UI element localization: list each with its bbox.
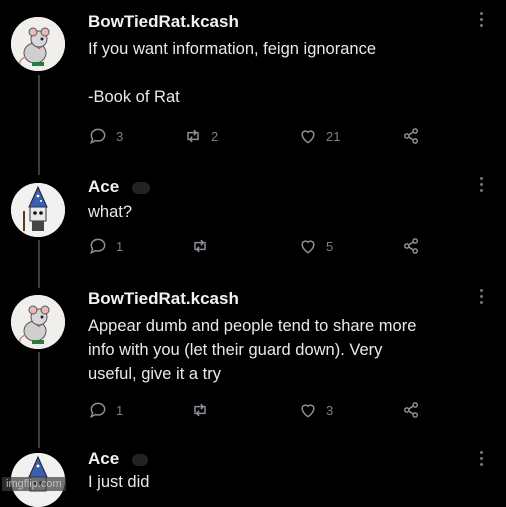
share-button[interactable] xyxy=(401,126,421,146)
tweet-text: Appear dumb and people tend to share mor… xyxy=(88,314,488,386)
share-icon xyxy=(404,238,418,254)
more-options-icon[interactable] xyxy=(478,289,484,307)
tweet-text: I just did xyxy=(88,470,488,494)
heart-icon xyxy=(301,240,315,254)
tweet[interactable]: Ace what? 1 5 xyxy=(0,165,506,285)
reply-count: 1 xyxy=(116,402,124,418)
tweet[interactable]: Ace I just did xyxy=(0,443,506,507)
reply-icon xyxy=(90,128,106,145)
tweet-actions: 1 3 xyxy=(88,400,428,422)
like-count: 3 xyxy=(326,402,334,418)
tweet-actions: 1 5 xyxy=(88,236,428,258)
share-icon xyxy=(404,402,418,418)
author-name[interactable]: Ace xyxy=(88,177,119,197)
rat-avatar[interactable] xyxy=(11,17,65,71)
reply-icon xyxy=(90,402,106,419)
like-button[interactable]: 21 xyxy=(298,126,340,146)
reply-button[interactable]: 1 xyxy=(88,400,123,420)
tweet-text-line xyxy=(88,61,488,85)
share-icon xyxy=(404,128,418,144)
reply-icon xyxy=(90,238,106,255)
retweet-icon xyxy=(194,403,206,417)
retweet-icon xyxy=(187,129,199,143)
tweet-text-line: useful, give it a try xyxy=(88,365,221,383)
watermark: imgflip.com xyxy=(2,477,66,491)
more-options-icon[interactable] xyxy=(478,177,484,195)
like-button[interactable]: 3 xyxy=(298,400,333,420)
reply-button[interactable]: 3 xyxy=(88,126,123,146)
handle-redacted xyxy=(132,182,150,194)
tweet-text-line: If you want information, feign ignorance xyxy=(88,40,377,58)
like-count: 5 xyxy=(326,238,334,254)
author-name[interactable]: Ace xyxy=(88,449,119,469)
like-button[interactable]: 5 xyxy=(298,236,333,256)
share-button[interactable] xyxy=(401,236,421,256)
retweet-count: 2 xyxy=(211,128,219,144)
tweet-text-line: info with you (let their guard down). Ve… xyxy=(88,341,383,359)
tweet-text-line: I just did xyxy=(88,473,150,491)
author-name[interactable]: BowTiedRat.kcash xyxy=(88,12,239,32)
tweet-actions: 3 2 21 xyxy=(88,126,428,148)
tweet-text: If you want information, feign ignorance… xyxy=(88,37,488,109)
tweet-text: what? xyxy=(88,200,488,224)
handle-redacted xyxy=(132,454,148,466)
tweet-text-line: Appear dumb and people tend to share mor… xyxy=(88,317,417,335)
retweet-button[interactable]: 2 xyxy=(183,126,218,146)
like-count: 21 xyxy=(326,128,341,144)
tweet[interactable]: BowTiedRat.kcash Appear dumb and people … xyxy=(0,285,506,443)
tweet[interactable]: BowTiedRat.kcash If you want information… xyxy=(0,0,506,165)
tweet-text-line: what? xyxy=(88,203,133,221)
tweet-text-line: -Book of Rat xyxy=(88,88,180,106)
rat-avatar[interactable] xyxy=(11,295,65,349)
retweet-button[interactable] xyxy=(190,236,210,256)
heart-icon xyxy=(301,404,315,418)
retweet-button[interactable] xyxy=(190,400,210,420)
author-name[interactable]: BowTiedRat.kcash xyxy=(88,289,239,309)
reply-count: 3 xyxy=(116,128,124,144)
share-button[interactable] xyxy=(401,400,421,420)
wizard-avatar[interactable] xyxy=(11,183,65,237)
reply-count: 1 xyxy=(116,238,124,254)
reply-button[interactable]: 1 xyxy=(88,236,123,256)
retweet-icon xyxy=(194,239,206,253)
heart-icon xyxy=(301,130,315,144)
more-options-icon[interactable] xyxy=(478,12,484,30)
more-options-icon[interactable] xyxy=(478,451,484,469)
